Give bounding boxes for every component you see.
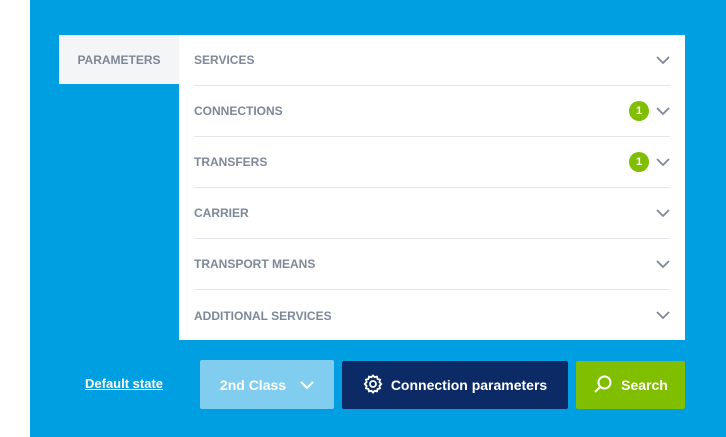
tab-parameters[interactable]: PARAMETERS xyxy=(59,35,179,84)
accordion-row-label: ADDITIONAL SERVICES xyxy=(194,308,332,323)
accordion-row-label: CONNECTIONS xyxy=(194,104,283,118)
count-badge: 1 xyxy=(629,152,649,172)
tab-parameters-label: PARAMETERS xyxy=(77,52,161,67)
accordion-row-label: TRANSPORT MEANS xyxy=(194,257,316,271)
default-state-link[interactable]: Default state xyxy=(85,376,163,391)
chevron-down-icon xyxy=(300,377,314,393)
class-select[interactable]: 2nd Class xyxy=(200,360,334,409)
chevron-down-icon[interactable] xyxy=(656,155,670,169)
accordion-row-transfers[interactable]: TRANSFERS 1 xyxy=(179,137,685,188)
accordion-row-additional-services[interactable]: ADDITIONAL SERVICES xyxy=(179,290,685,341)
chevron-down-icon[interactable] xyxy=(656,257,670,271)
accordion-row-label: CARRIER xyxy=(194,206,249,220)
search-icon xyxy=(593,374,613,397)
search-label: Search xyxy=(621,377,668,393)
connection-parameters-button[interactable]: Connection parameters xyxy=(342,361,568,409)
count-badge: 1 xyxy=(629,101,649,121)
class-select-value: 2nd Class xyxy=(219,376,287,393)
accordion-row-connections[interactable]: CONNECTIONS 1 xyxy=(179,86,685,137)
search-button[interactable]: Search xyxy=(576,361,685,409)
chevron-down-icon[interactable] xyxy=(656,206,670,220)
accordion-row-label: SERVICES xyxy=(194,53,255,67)
chevron-down-icon[interactable] xyxy=(656,104,670,118)
parameters-accordion: SERVICES CONNECTIONS 1 TRANSFERS 1 CARRI… xyxy=(179,35,685,340)
accordion-row-transport-means[interactable]: TRANSPORT MEANS xyxy=(179,239,685,290)
chevron-down-icon[interactable] xyxy=(656,309,670,323)
accordion-row-label: TRANSFERS xyxy=(194,155,268,169)
chevron-down-icon[interactable] xyxy=(656,53,670,67)
accordion-row-services[interactable]: SERVICES xyxy=(179,35,685,86)
accordion-row-carrier[interactable]: CARRIER xyxy=(179,188,685,239)
connection-parameters-label: Connection parameters xyxy=(390,377,548,393)
gear-icon xyxy=(363,373,383,397)
